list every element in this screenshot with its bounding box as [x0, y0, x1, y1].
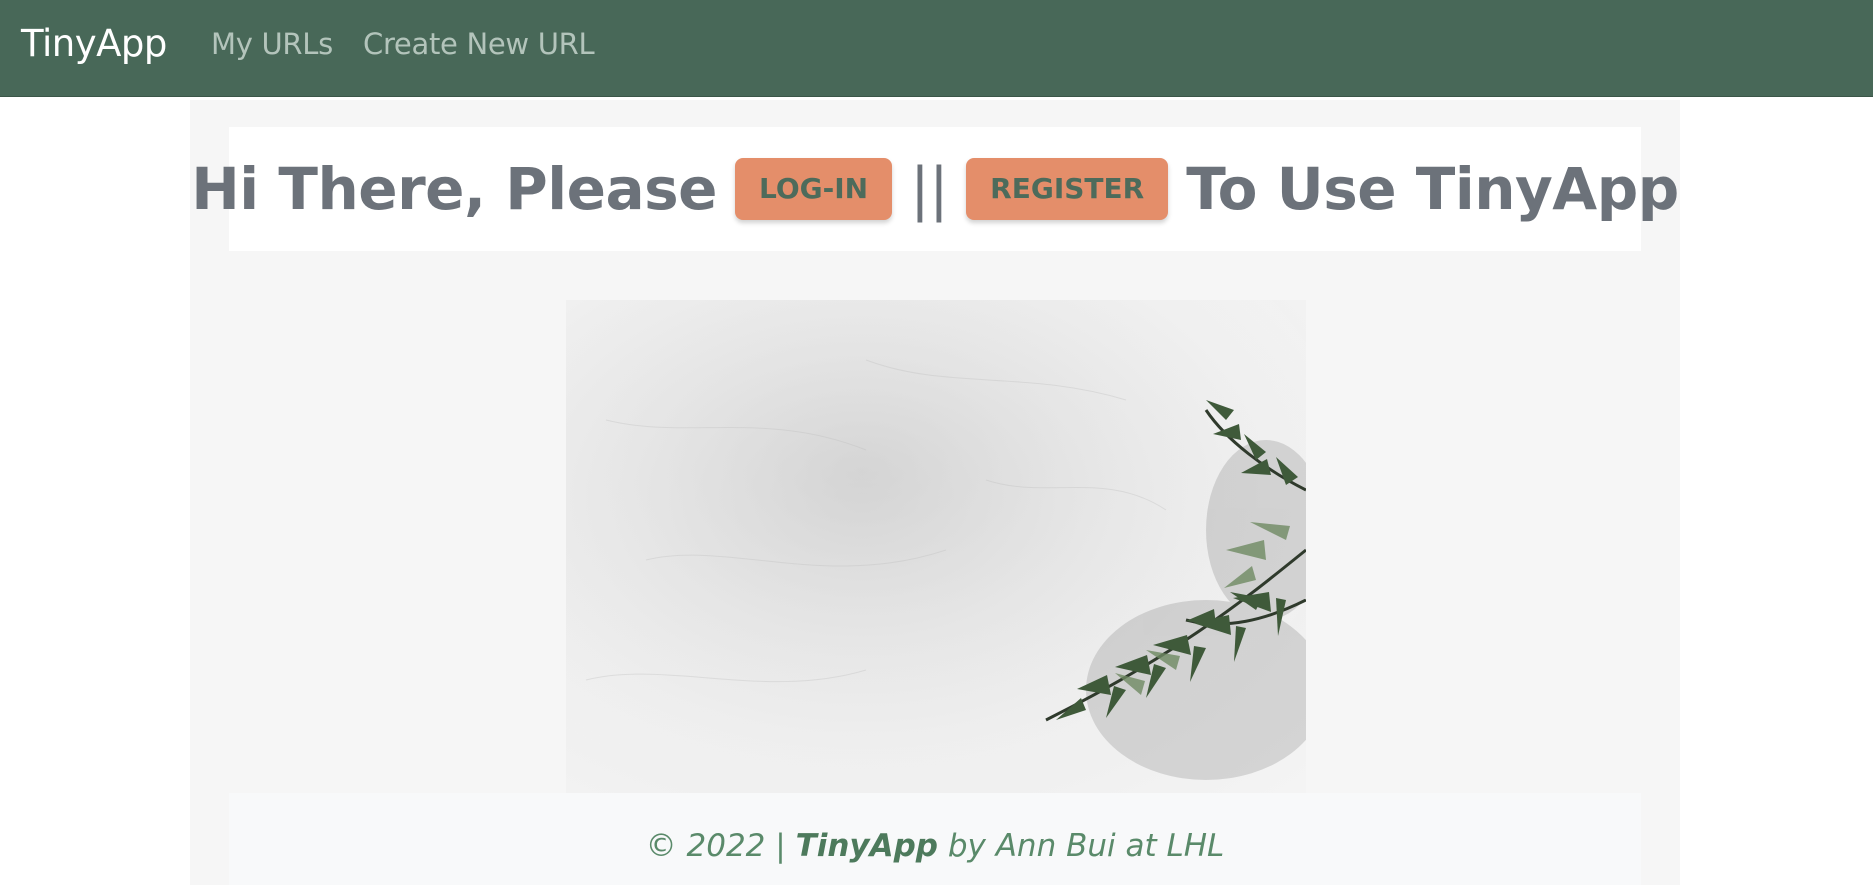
login-button[interactable]: LOG-IN — [734, 158, 893, 220]
nav-link-my-urls[interactable]: My URLs — [211, 27, 333, 61]
nav-link-create-new-url[interactable]: Create New URL — [363, 27, 595, 61]
heading-prefix: Hi There, Please — [191, 155, 717, 223]
brand-link[interactable]: TinyApp — [21, 22, 167, 65]
footer-copyright: © 2022 | — [645, 828, 786, 864]
footer: © 2022 | TinyApp by Ann Bui at LHL — [229, 793, 1641, 885]
heading-separator: || — [910, 155, 949, 223]
navbar: TinyApp My URLs Create New URL — [0, 0, 1873, 97]
fern-illustration — [566, 300, 1306, 793]
fern-on-concrete-image — [566, 300, 1306, 793]
register-button[interactable]: REGISTER — [966, 158, 1169, 220]
footer-brand: TinyApp — [795, 828, 938, 864]
footer-credit: by Ann Bui at LHL — [947, 828, 1225, 864]
heading-suffix: To Use TinyApp — [1186, 155, 1679, 223]
welcome-heading: Hi There, Please LOG-IN || REGISTER To U… — [191, 127, 1679, 251]
